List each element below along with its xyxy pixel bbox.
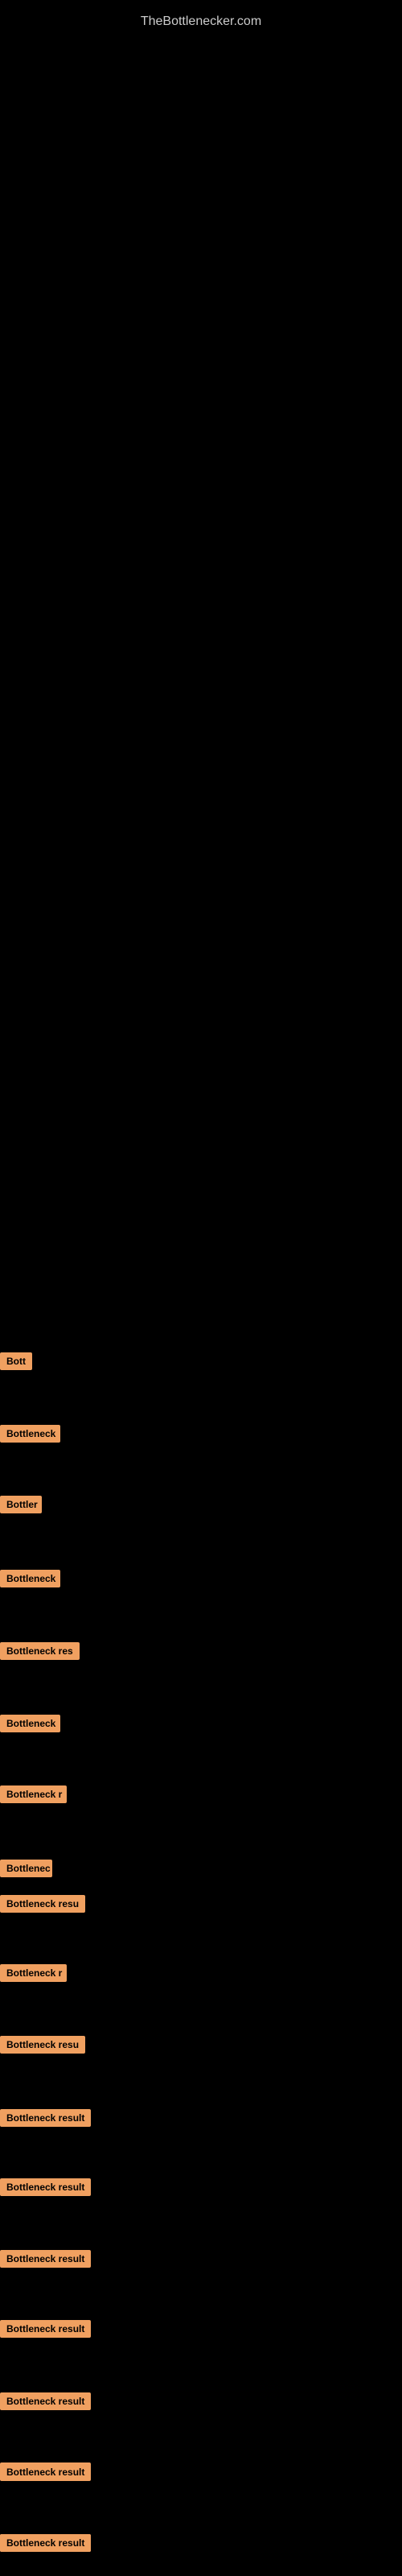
bottleneck-result-label-14: Bottleneck result [0, 2250, 91, 2268]
bottleneck-result-label-2: Bottleneck [0, 1425, 60, 1443]
bottleneck-result-label-9: Bottleneck resu [0, 1895, 85, 1913]
bottleneck-result-label-5: Bottleneck res [0, 1642, 80, 1660]
bottleneck-result-label-4: Bottleneck [0, 1570, 60, 1587]
bottleneck-result-label-7: Bottleneck r [0, 1785, 67, 1803]
bottleneck-result-label-8: Bottlenec [0, 1860, 52, 1877]
bottleneck-result-label-10: Bottleneck r [0, 1964, 67, 1982]
bottleneck-result-label-19: Bottleneck result [0, 2463, 91, 2481]
bottleneck-result-label-15: Bottleneck result [0, 2320, 91, 2338]
bottleneck-result-label-13: Bottleneck result [0, 2178, 91, 2196]
bottleneck-result-label-3: Bottler [0, 1496, 42, 1513]
site-title: TheBottlenecker.com [0, 6, 402, 37]
bottleneck-result-label-6: Bottleneck [0, 1715, 60, 1732]
bottleneck-result-label-12: Bottleneck result [0, 2109, 91, 2127]
bottleneck-result-label-20: Bottleneck result [0, 2534, 91, 2552]
bottleneck-result-label-11: Bottleneck resu [0, 2036, 85, 2054]
bottleneck-result-label-16: Bottleneck result [0, 2392, 91, 2410]
bottleneck-result-label-1: Bott [0, 1352, 32, 1370]
